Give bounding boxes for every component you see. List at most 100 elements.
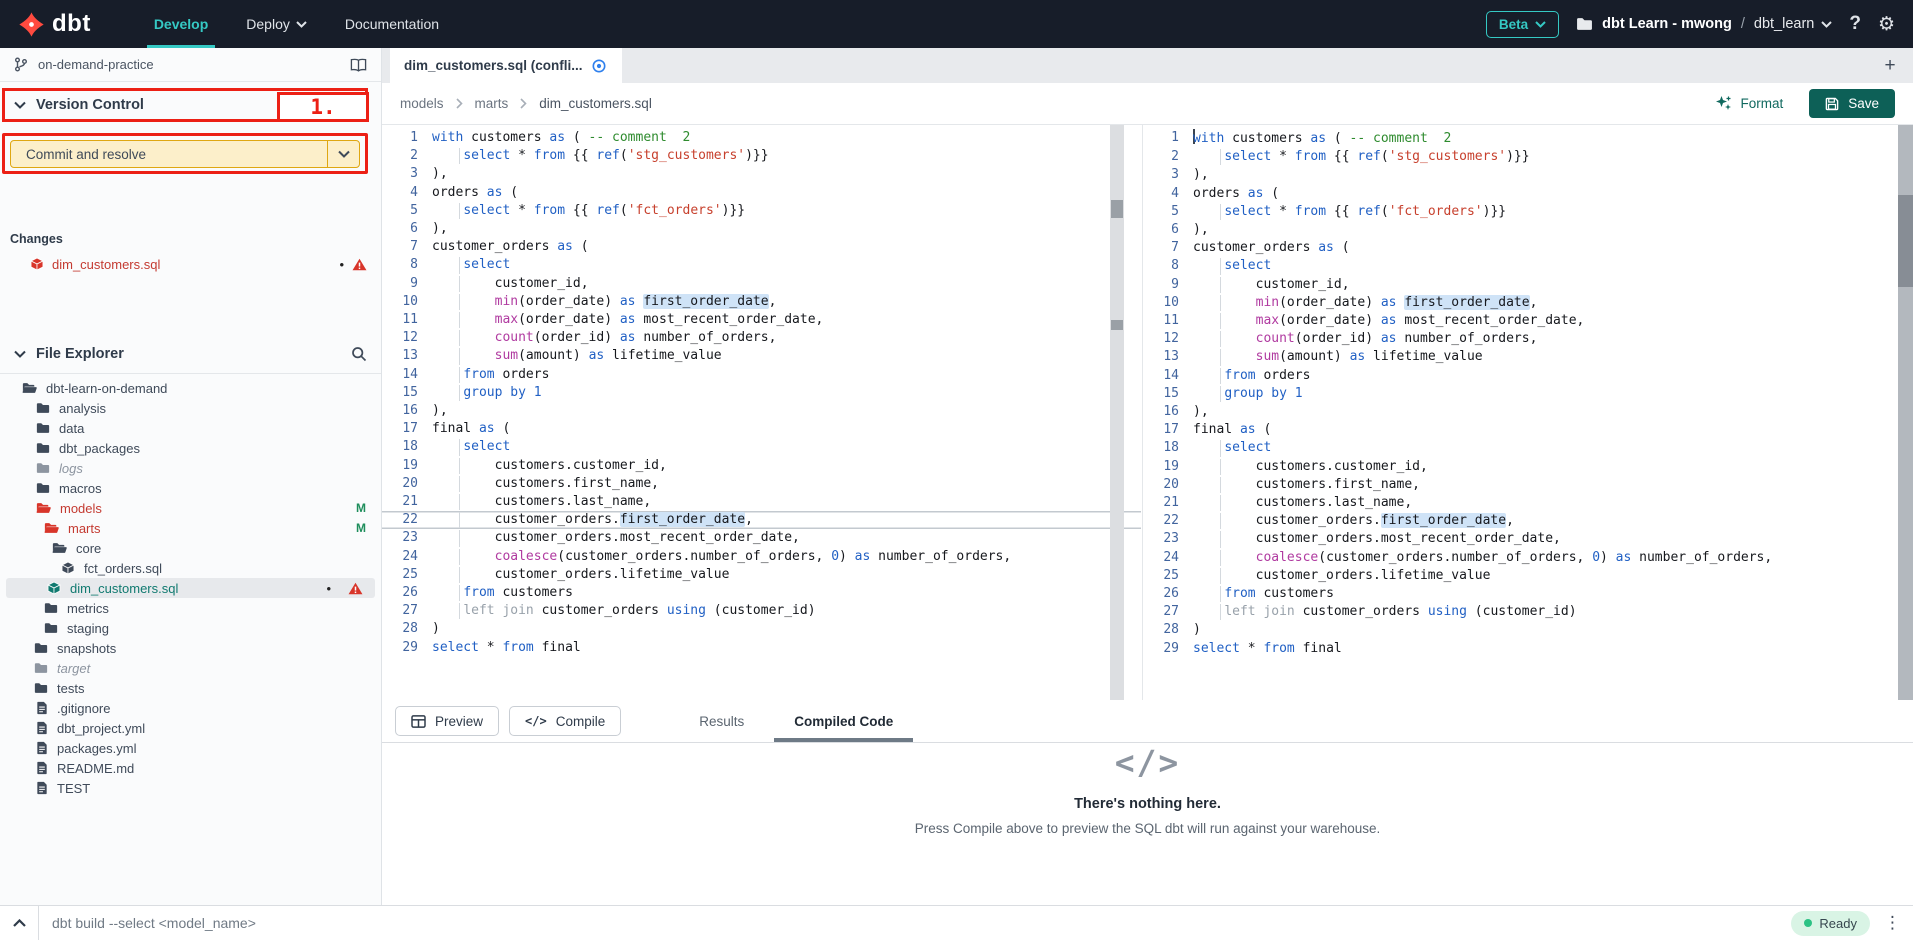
tree-item-dbt-packages[interactable]: dbt_packages bbox=[0, 438, 381, 458]
code-line-20[interactable]: 20 customers.first_name, bbox=[382, 475, 1141, 493]
tab-dim-customers[interactable]: dim_customers.sql (confli... bbox=[390, 48, 622, 83]
code-line-18[interactable]: 18 select bbox=[382, 438, 1141, 456]
code-line-21[interactable]: 21 customers.last_name, bbox=[382, 493, 1141, 511]
code-line-6[interactable]: 6), bbox=[382, 220, 1141, 238]
code-line-18[interactable]: 18 select bbox=[1143, 439, 1913, 457]
code-line-10[interactable]: 10 min(order_date) as first_order_date, bbox=[1143, 294, 1913, 312]
tab-compiled-code[interactable]: Compiled Code bbox=[774, 700, 913, 742]
code-line-7[interactable]: 7customer_orders as ( bbox=[382, 238, 1141, 256]
nav-documentation[interactable]: Documentation bbox=[326, 0, 458, 48]
tree-item-macros[interactable]: macros bbox=[0, 478, 381, 498]
code-line-12[interactable]: 12 count(order_id) as number_of_orders, bbox=[1143, 330, 1913, 348]
code-editor-left[interactable]: 1with customers as ( -- comment 22 selec… bbox=[382, 125, 1141, 700]
code-line-10[interactable]: 10 min(order_date) as first_order_date, bbox=[382, 293, 1141, 311]
code-editor-right[interactable]: 1with customers as ( -- comment 22 selec… bbox=[1142, 125, 1913, 700]
compile-button[interactable]: </> Compile bbox=[509, 706, 621, 736]
code-line-3[interactable]: 3), bbox=[1143, 166, 1913, 184]
changed-file-row[interactable]: dim_customers.sql• bbox=[0, 252, 381, 276]
tree-item-marts[interactable]: martsM bbox=[0, 518, 381, 538]
search-icon[interactable] bbox=[351, 346, 367, 362]
code-line-24[interactable]: 24 coalesce(customer_orders.number_of_or… bbox=[382, 548, 1141, 566]
nav-deploy[interactable]: Deploy bbox=[227, 0, 326, 48]
tree-item-dbt-project-yml[interactable]: dbt_project.yml bbox=[0, 718, 381, 738]
code-line-26[interactable]: 26 from customers bbox=[382, 584, 1141, 602]
command-input[interactable] bbox=[39, 915, 1791, 931]
code-line-25[interactable]: 25 customer_orders.lifetime_value bbox=[1143, 567, 1913, 585]
tree-item-metrics[interactable]: metrics bbox=[0, 598, 381, 618]
code-line-15[interactable]: 15 group by 1 bbox=[382, 384, 1141, 402]
new-tab-button[interactable]: + bbox=[1875, 48, 1905, 83]
preview-button[interactable]: Preview bbox=[395, 706, 499, 736]
dbt-logo[interactable]: dbt bbox=[18, 10, 91, 38]
code-line-26[interactable]: 26 from customers bbox=[1143, 585, 1913, 603]
scrollbar-thumb[interactable] bbox=[1898, 195, 1913, 287]
code-line-15[interactable]: 15 group by 1 bbox=[1143, 385, 1913, 403]
code-line-29[interactable]: 29select * from final bbox=[382, 639, 1141, 657]
tree-item-data[interactable]: data bbox=[0, 418, 381, 438]
tree-item-staging[interactable]: staging bbox=[0, 618, 381, 638]
tree-item-packages-yml[interactable]: packages.yml bbox=[0, 738, 381, 758]
code-line-27[interactable]: 27 left join customer_orders using (cust… bbox=[1143, 603, 1913, 621]
tree-item-core[interactable]: core bbox=[0, 538, 381, 558]
code-line-4[interactable]: 4orders as ( bbox=[1143, 185, 1913, 203]
code-line-1[interactable]: 1with customers as ( -- comment 2 bbox=[382, 129, 1141, 147]
code-line-27[interactable]: 27 left join customer_orders using (cust… bbox=[382, 602, 1141, 620]
code-line-23[interactable]: 23 customer_orders.most_recent_order_dat… bbox=[382, 529, 1141, 547]
docs-book-icon[interactable] bbox=[350, 58, 367, 72]
tree-item-readme-md[interactable]: README.md bbox=[0, 758, 381, 778]
code-line-14[interactable]: 14 from orders bbox=[1143, 367, 1913, 385]
code-line-12[interactable]: 12 count(order_id) as number_of_orders, bbox=[382, 329, 1141, 347]
code-line-6[interactable]: 6), bbox=[1143, 221, 1913, 239]
tree-item-dbt-learn-on-demand[interactable]: dbt-learn-on-demand bbox=[0, 378, 381, 398]
project-selector[interactable]: dbt_learn bbox=[1754, 16, 1832, 32]
code-line-25[interactable]: 25 customer_orders.lifetime_value bbox=[382, 566, 1141, 584]
tree-item-analysis[interactable]: analysis bbox=[0, 398, 381, 418]
tree-item-test[interactable]: TEST bbox=[0, 778, 381, 798]
tab-results[interactable]: Results bbox=[679, 700, 764, 742]
code-line-28[interactable]: 28) bbox=[1143, 621, 1913, 639]
code-line-19[interactable]: 19 customers.customer_id, bbox=[1143, 458, 1913, 476]
code-line-13[interactable]: 13 sum(amount) as lifetime_value bbox=[382, 347, 1141, 365]
code-line-11[interactable]: 11 max(order_date) as most_recent_order_… bbox=[382, 311, 1141, 329]
code-line-8[interactable]: 8 select bbox=[382, 256, 1141, 274]
code-line-16[interactable]: 16), bbox=[382, 402, 1141, 420]
scrollbar-thumb[interactable] bbox=[1111, 200, 1123, 218]
code-line-22[interactable]: 22 customer_orders.first_order_date, bbox=[382, 511, 1141, 529]
code-line-9[interactable]: 9 customer_id, bbox=[382, 275, 1141, 293]
code-line-16[interactable]: 16), bbox=[1143, 403, 1913, 421]
file-explorer-header[interactable]: File Explorer bbox=[0, 340, 381, 368]
code-line-5[interactable]: 5 select * from {{ ref('fct_orders')}} bbox=[1143, 203, 1913, 221]
beta-badge[interactable]: Beta bbox=[1486, 11, 1559, 38]
tree-item-fct-orders-sql[interactable]: fct_orders.sql bbox=[0, 558, 381, 578]
code-line-17[interactable]: 17final as ( bbox=[1143, 421, 1913, 439]
commit-and-resolve-button[interactable]: Commit and resolve bbox=[10, 140, 360, 168]
format-button[interactable]: Format bbox=[1715, 95, 1783, 112]
tree-item-target[interactable]: target bbox=[0, 658, 381, 678]
tree-item-tests[interactable]: tests bbox=[0, 678, 381, 698]
git-branch-row[interactable]: on-demand-practice bbox=[0, 48, 381, 82]
tree-item-dim-customers-sql[interactable]: dim_customers.sql• bbox=[6, 578, 375, 598]
code-line-4[interactable]: 4orders as ( bbox=[382, 184, 1141, 202]
code-line-11[interactable]: 11 max(order_date) as most_recent_order_… bbox=[1143, 312, 1913, 330]
left-editor-scrollbar[interactable] bbox=[1110, 125, 1124, 700]
account-name[interactable]: dbt Learn - mwong bbox=[1602, 16, 1732, 32]
commit-dropdown-caret[interactable] bbox=[327, 141, 359, 167]
code-line-21[interactable]: 21 customers.last_name, bbox=[1143, 494, 1913, 512]
tree-item-models[interactable]: modelsM bbox=[0, 498, 381, 518]
nav-develop[interactable]: Develop bbox=[135, 0, 227, 48]
tree-item--gitignore[interactable]: .gitignore bbox=[0, 698, 381, 718]
code-line-3[interactable]: 3), bbox=[382, 165, 1141, 183]
chevron-up-icon[interactable] bbox=[0, 919, 38, 927]
modified-dot-icon[interactable] bbox=[592, 59, 606, 73]
code-line-14[interactable]: 14 from orders bbox=[382, 366, 1141, 384]
right-editor-scrollbar[interactable] bbox=[1898, 125, 1913, 700]
code-line-2[interactable]: 2 select * from {{ ref('stg_customers')}… bbox=[1143, 148, 1913, 166]
settings-gear-icon[interactable]: ⚙ bbox=[1878, 13, 1895, 35]
save-button[interactable]: Save bbox=[1809, 89, 1895, 118]
code-line-2[interactable]: 2 select * from {{ ref('stg_customers')}… bbox=[382, 147, 1141, 165]
tree-item-logs[interactable]: logs bbox=[0, 458, 381, 478]
code-line-9[interactable]: 9 customer_id, bbox=[1143, 276, 1913, 294]
code-line-24[interactable]: 24 coalesce(customer_orders.number_of_or… bbox=[1143, 549, 1913, 567]
tree-item-snapshots[interactable]: snapshots bbox=[0, 638, 381, 658]
breadcrumb-marts[interactable]: marts bbox=[475, 96, 509, 111]
